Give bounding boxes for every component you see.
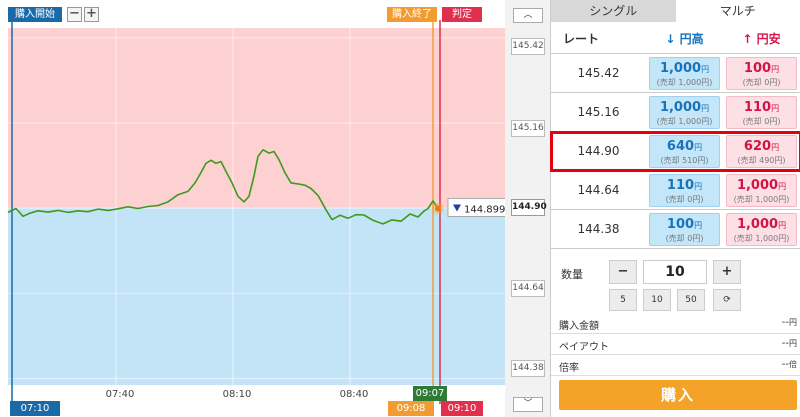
x-tick-label: 07:40 — [106, 389, 135, 400]
axis-label-144-38: 144.38 — [511, 360, 545, 377]
price-axis: ︿ 145.42 145.16 144.90 144.64 144.38 ﹀ — [505, 0, 550, 417]
rate-value: 145.42 — [577, 66, 620, 80]
purchase-start-tag: 購入開始 — [8, 7, 62, 22]
rate-value: 144.64 — [577, 183, 620, 197]
time-end-label: 09:08 — [388, 401, 434, 416]
x-tick-label: 08:10 — [223, 389, 252, 400]
tab-single[interactable]: シングル — [551, 0, 676, 22]
current-price-dot — [435, 205, 441, 212]
high-price-button[interactable]: 100円 (売却 0円) — [649, 212, 720, 246]
judgement-tag: 判定 — [442, 7, 482, 22]
time-start-label: 07:10 — [10, 401, 60, 416]
axis-label-145-42: 145.42 — [511, 38, 545, 55]
high-price-button[interactable]: 110円 (売却 0円) — [649, 173, 720, 207]
buy-button[interactable]: 購入 — [559, 380, 797, 410]
header-high: ↓ 円高 — [665, 32, 704, 46]
rate-row: 145.16 1,000円 (売却 1,000円) 110円 (売却 0円) — [551, 93, 800, 132]
rate-value: 144.38 — [577, 222, 620, 236]
axis-label-144-64: 144.64 — [511, 280, 545, 297]
x-tick-label: 08:40 — [340, 389, 369, 400]
rate-row: 144.64 110円 (売却 0円) 1,000円 (売却 1,000円) — [551, 171, 800, 210]
mode-tabs: シングル マルチ — [551, 0, 800, 22]
high-price-button[interactable]: 640円 (売却 510円) — [649, 134, 720, 168]
header-low: ↑ 円安 — [742, 32, 781, 46]
scroll-up-button[interactable]: ︿ — [513, 8, 543, 23]
scroll-down-button[interactable]: ﹀ — [513, 397, 543, 412]
arrow-down-icon: ↓ — [665, 32, 676, 46]
reset-icon[interactable]: ⟳ — [713, 289, 741, 311]
rate-row: 145.42 1,000円 (売却 1,000円) 100円 (売却 0円) — [551, 54, 800, 93]
rate-table: レート ↓ 円高 ↑ 円安 145.42 1,000円 (売却 1,000円) … — [550, 24, 800, 249]
time-current-label: 09:07 — [413, 386, 447, 401]
high-price-button[interactable]: 1,000円 (売却 1,000円) — [649, 56, 720, 90]
chart-canvas: 07:40 08:10 08:40 144.899 — [7, 20, 505, 404]
axis-label-145-16: 145.16 — [511, 120, 545, 137]
lower-zone — [8, 208, 505, 385]
rate-value: 144.90 — [577, 144, 620, 158]
preset-5-button[interactable]: 5 — [609, 289, 637, 311]
current-price-label: 144.899 — [464, 204, 505, 215]
trade-panel: シングル マルチ レート ↓ 円高 ↑ 円安 145.42 1,000円 (売却… — [550, 0, 800, 417]
zoom-out-button[interactable]: − — [67, 7, 82, 22]
low-price-button[interactable]: 100円 (売却 0円) — [726, 56, 797, 90]
purchase-end-tag: 購入終了 — [387, 7, 437, 22]
high-price-button[interactable]: 1,000円 (売却 1,000円) — [649, 95, 720, 129]
multiplier-row: 倍率 --倍 — [551, 355, 800, 376]
quantity-input[interactable]: 10 — [643, 260, 707, 284]
time-judge-label: 09:10 — [441, 401, 483, 416]
quantity-decrement-button[interactable]: − — [609, 260, 637, 284]
quantity-label: 数量 — [561, 268, 583, 281]
low-price-button[interactable]: 110円 (売却 0円) — [726, 95, 797, 129]
arrow-up-icon: ↑ — [742, 32, 753, 46]
preset-50-button[interactable]: 50 — [677, 289, 705, 311]
purchase-amount-row: 購入金額 --円 — [551, 313, 800, 334]
header-rate: レート — [563, 32, 600, 46]
rate-row: 144.38 100円 (売却 0円) 1,000円 (売却 1,000円) — [551, 210, 800, 249]
low-price-button[interactable]: 620円 (売却 490円) — [726, 134, 797, 168]
tab-multi[interactable]: マルチ — [675, 0, 800, 22]
payout-row: ペイアウト --円 — [551, 334, 800, 355]
quantity-increment-button[interactable]: + — [713, 260, 741, 284]
axis-label-144-90: 144.90 — [511, 199, 547, 216]
price-chart: 07:40 08:10 08:40 144.899 購入開始 − + 購入終了 判定… — [0, 0, 505, 417]
zoom-in-button[interactable]: + — [84, 7, 99, 22]
preset-10-button[interactable]: 10 — [643, 289, 671, 311]
rate-table-header: レート ↓ 円高 ↑ 円安 — [551, 24, 800, 54]
rate-value: 145.16 — [577, 105, 620, 119]
rate-row-selected: 144.90 640円 (売却 510円) 620円 (売却 490円) — [550, 131, 800, 172]
low-price-button[interactable]: 1,000円 (売却 1,000円) — [726, 212, 797, 246]
upper-zone — [8, 28, 505, 209]
low-price-button[interactable]: 1,000円 (売却 1,000円) — [726, 173, 797, 207]
